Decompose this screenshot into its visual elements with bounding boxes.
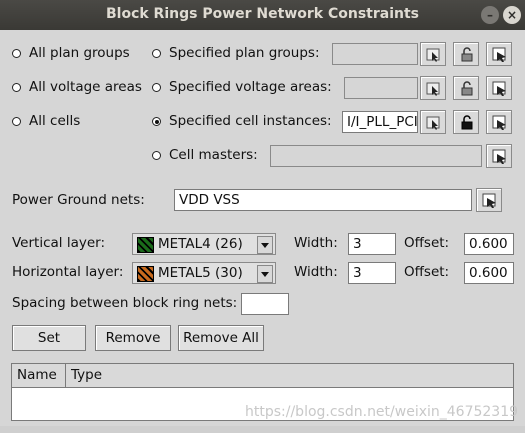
cell-instances-select-button[interactable] [420,110,446,134]
layer-color-swatch [137,237,154,253]
all-voltage-areas-label: All voltage areas [29,79,142,95]
specified-plan-groups-label: Specified plan groups: [169,45,320,61]
specified-cell-instances-radio[interactable] [152,117,161,126]
browse-icon [492,81,506,96]
cell-masters-browse-button[interactable] [486,144,512,168]
all-cells-label: All cells [29,113,81,129]
plan-groups-select-button[interactable] [420,42,446,66]
all-plan-groups-radio[interactable] [12,49,21,58]
title-bar: Block Rings Power Network Constraints – … [0,0,525,30]
specified-plan-groups-radio[interactable] [152,49,161,58]
browse-icon [492,115,506,130]
horizontal-width-label: Width: [294,264,338,280]
cell-masters-label: Cell masters: [169,147,258,163]
layer-color-swatch [137,266,154,282]
table-header-name[interactable]: Name [12,364,66,388]
lock-icon [461,81,473,96]
watermark-text: https://blog.csdn.net/weixin_46752319 [245,404,519,420]
browse-icon [482,193,496,208]
horizontal-layer-select[interactable]: METAL5 (30) [132,262,276,284]
cursor-select-icon [426,48,440,62]
plan-groups-lock-button[interactable] [453,42,479,66]
close-button[interactable]: × [503,6,521,24]
horizontal-layer-label: Horizontal layer: [12,264,124,280]
dropdown-arrow-icon[interactable] [257,265,273,283]
spacing-field[interactable] [241,293,289,315]
vertical-layer-select[interactable]: METAL4 (26) [132,233,276,255]
cell-instances-lock-button[interactable] [453,110,479,134]
voltage-areas-lock-button[interactable] [453,76,479,100]
set-button[interactable]: Set [12,325,86,351]
spacing-label: Spacing between block ring nets: [12,295,238,311]
all-cells-radio[interactable] [12,117,21,126]
horizontal-offset-label: Offset: [404,264,450,280]
plan-groups-field[interactable] [332,43,418,65]
browse-icon [492,47,506,62]
dropdown-arrow-icon[interactable] [257,236,273,254]
horizontal-offset-field[interactable]: 0.600 [464,262,514,284]
power-ground-nets-label: Power Ground nets: [12,192,145,208]
voltage-areas-select-button[interactable] [420,76,446,100]
browse-icon [492,149,506,164]
cell-instances-field[interactable]: I/I_PLL_PCI [342,111,418,133]
lock-icon [461,47,473,62]
remove-all-button[interactable]: Remove All [178,325,264,351]
vertical-layer-value: METAL4 (26) [158,236,243,252]
specified-voltage-areas-label: Specified voltage areas: [169,79,332,95]
plan-groups-browse-button[interactable] [486,42,512,66]
all-plan-groups-label: All plan groups [29,45,130,61]
cursor-select-icon [426,116,440,130]
remove-button[interactable]: Remove [95,325,171,351]
cell-instances-browse-button[interactable] [486,110,512,134]
vertical-layer-label: Vertical layer: [12,235,106,251]
minimize-button[interactable]: – [481,6,499,24]
table-header-type[interactable]: Type [66,364,513,388]
bottom-edge [0,426,525,433]
horizontal-layer-value: METAL5 (30) [158,265,243,281]
power-ground-nets-browse-button[interactable] [476,188,502,212]
vertical-width-field[interactable]: 3 [348,233,396,255]
lock-icon [461,115,473,130]
cell-masters-field[interactable] [270,145,482,167]
cursor-select-icon [426,82,440,96]
cell-masters-radio[interactable] [152,151,161,160]
vertical-offset-label: Offset: [404,235,450,251]
voltage-areas-field[interactable] [344,77,418,99]
horizontal-width-field[interactable]: 3 [348,262,396,284]
vertical-offset-field[interactable]: 0.600 [464,233,514,255]
window-title: Block Rings Power Network Constraints [105,6,419,22]
power-ground-nets-field[interactable]: VDD VSS [174,189,472,211]
vertical-width-label: Width: [294,235,338,251]
voltage-areas-browse-button[interactable] [486,76,512,100]
specified-cell-instances-label: Specified cell instances: [169,113,332,129]
all-voltage-areas-radio[interactable] [12,83,21,92]
specified-voltage-areas-radio[interactable] [152,83,161,92]
